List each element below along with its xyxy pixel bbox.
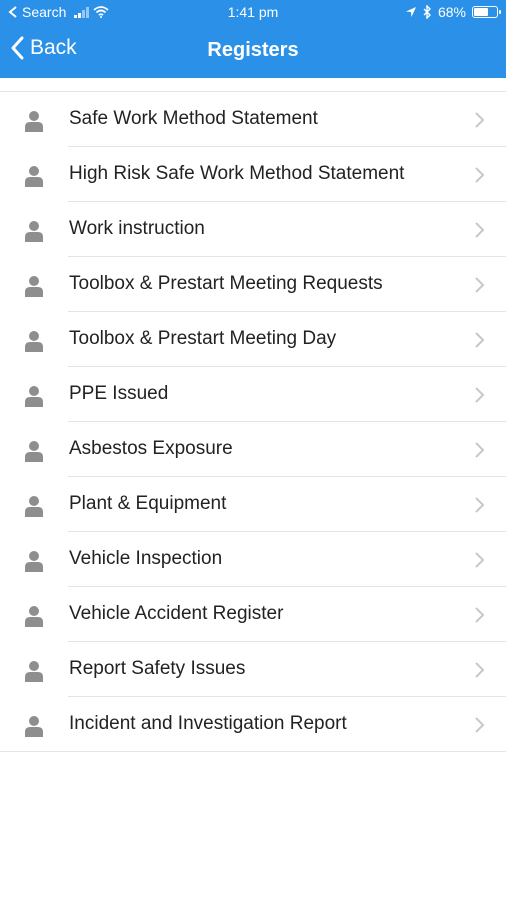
app-header: Search 1:41 pm 68% Back Registers [0,0,506,78]
person-icon [25,331,43,352]
list-item[interactable]: Report Safety Issues [0,642,506,697]
list-item[interactable]: PPE Issued [0,367,506,422]
person-icon [25,661,43,682]
person-icon [25,221,43,242]
list-item-label: PPE Issued [69,383,169,404]
list-item-label: Work instruction [69,218,205,239]
person-icon [25,111,43,132]
navigation-bar: Back Registers [0,26,506,78]
page-title: Registers [207,39,299,61]
chevron-right-icon [475,717,485,733]
list-item[interactable]: Plant & Equipment [0,477,506,532]
status-bar: Search 1:41 pm 68% [0,0,506,26]
registers-list: Safe Work Method Statement High Risk Safe… [0,91,506,752]
chevron-right-icon [475,607,485,623]
chevron-right-icon [475,222,485,238]
chevron-right-icon [475,167,485,183]
person-icon [25,606,43,627]
list-item[interactable]: Toolbox & Prestart Meeting Requests [0,257,506,312]
person-icon [25,551,43,572]
person-icon [25,716,43,737]
person-icon [25,276,43,297]
status-right: 68% [405,4,501,20]
list-item-label: Toolbox & Prestart Meeting Requests [69,273,383,294]
list-item[interactable]: Vehicle Accident Register [0,587,506,642]
list-item-label: Vehicle Accident Register [69,603,284,624]
person-icon [25,496,43,517]
chevron-right-icon [475,552,485,568]
list-item[interactable]: Toolbox & Prestart Meeting Day [0,312,506,367]
person-icon [25,386,43,407]
list-item-label: High Risk Safe Work Method Statement [69,163,405,184]
list-item[interactable]: Safe Work Method Statement [0,92,506,147]
list-item-label: Incident and Investigation Report [69,713,347,734]
list-item[interactable]: Incident and Investigation Report [0,697,506,752]
list-item-label: Vehicle Inspection [69,548,223,569]
battery-level [474,8,488,16]
list-item[interactable]: Asbestos Exposure [0,422,506,477]
list-item[interactable]: Vehicle Inspection [0,532,506,587]
person-icon [25,441,43,462]
list-item-label: Asbestos Exposure [69,438,233,459]
chevron-right-icon [475,112,485,128]
list-item-label: Report Safety Issues [69,658,246,679]
list-item-label: Safe Work Method Statement [69,108,318,129]
bluetooth-icon [423,5,431,19]
battery-icon [472,6,501,18]
chevron-right-icon [475,497,485,513]
list-item[interactable]: High Risk Safe Work Method Statement [0,147,506,202]
chevron-right-icon [475,662,485,678]
chevron-right-icon [475,442,485,458]
battery-percent: 68% [437,4,466,20]
location-icon [405,7,416,17]
list-item[interactable]: Work instruction [0,202,506,257]
list-item-label: Toolbox & Prestart Meeting Day [69,328,337,349]
chevron-right-icon [475,387,485,403]
chevron-right-icon [475,332,485,348]
person-icon [25,166,43,187]
chevron-right-icon [475,277,485,293]
list-item-label: Plant & Equipment [69,493,227,514]
